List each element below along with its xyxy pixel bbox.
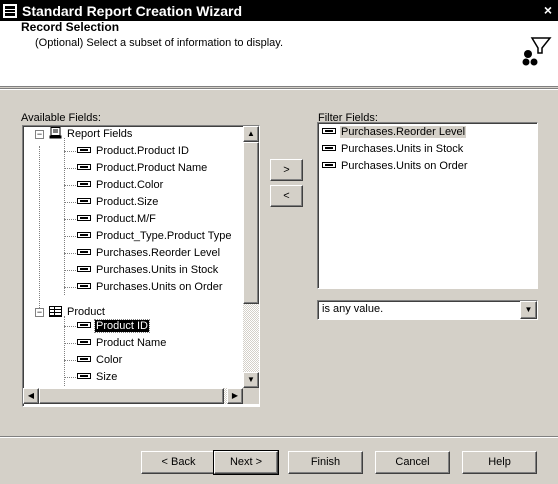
tree-item[interactable]: Product.Size <box>77 194 159 211</box>
window-title: Standard Report Creation Wizard <box>22 2 243 19</box>
scroll-up-icon[interactable]: ▲ <box>243 126 259 142</box>
filter-condition-select[interactable]: is any value. ▼ <box>317 300 538 320</box>
field-icon <box>77 232 91 239</box>
filter-field-item[interactable]: Purchases.Units in Stock <box>322 141 464 158</box>
title-bar: Standard Report Creation Wizard × <box>0 0 558 21</box>
field-icon <box>77 215 91 222</box>
horizontal-scroll-thumb[interactable] <box>39 388 224 404</box>
filter-condition-value: is any value. <box>322 303 384 315</box>
tree-item[interactable]: Product.M/F <box>77 211 157 228</box>
add-filter-field-button[interactable]: > <box>270 159 303 181</box>
field-icon <box>77 266 91 273</box>
tree-item[interactable]: Color <box>77 352 123 369</box>
tree-item[interactable]: Product.Product ID <box>77 143 190 160</box>
scroll-down-icon[interactable]: ▼ <box>243 372 259 388</box>
tree-item[interactable]: Purchases.Reorder Level <box>77 245 221 262</box>
dropdown-arrow-icon[interactable]: ▼ <box>520 301 537 319</box>
available-fields-label: Available Fields: <box>21 112 101 124</box>
field-icon <box>77 164 91 171</box>
help-button[interactable]: Help <box>462 451 537 474</box>
field-icon <box>77 356 91 363</box>
next-button[interactable]: Next > <box>213 450 279 475</box>
scroll-left-icon[interactable]: ◀ <box>23 388 39 404</box>
field-icon <box>322 162 336 169</box>
filter-funnel-icon <box>521 35 552 66</box>
field-icon <box>77 249 91 256</box>
window-icon <box>3 3 17 18</box>
field-icon <box>322 128 336 135</box>
scroll-right-icon[interactable]: ▶ <box>227 388 243 404</box>
tree-item[interactable]: Product.Product Name <box>77 160 208 177</box>
remove-filter-field-button[interactable]: < <box>270 185 303 207</box>
field-icon <box>77 147 91 154</box>
field-icon <box>77 283 91 290</box>
back-button[interactable]: < Back <box>141 451 216 474</box>
field-icon <box>77 373 91 380</box>
field-icon <box>77 198 91 205</box>
field-icon <box>77 181 91 188</box>
filter-field-item-selected[interactable]: Purchases.Reorder Level <box>322 124 467 141</box>
cancel-button[interactable]: Cancel <box>375 451 450 474</box>
header-divider <box>0 88 558 90</box>
vertical-scroll-thumb[interactable] <box>243 142 259 304</box>
table-icon <box>49 305 62 317</box>
finish-button[interactable]: Finish <box>288 451 363 474</box>
collapse-product-icon[interactable]: − <box>35 308 44 317</box>
scrollbar-corner <box>243 388 259 404</box>
filter-fields-list[interactable]: Purchases.Reorder Level Purchases.Units … <box>317 122 538 289</box>
tree-item-selected[interactable]: Product ID <box>77 318 150 335</box>
tree-item[interactable]: Size <box>77 369 118 386</box>
field-icon <box>77 322 91 329</box>
tree-item[interactable]: Purchases.Units in Stock <box>77 262 219 279</box>
tree-item[interactable]: Product.Color <box>77 177 164 194</box>
field-icon <box>77 339 91 346</box>
page-subtitle: (Optional) Select a subset of informatio… <box>35 37 284 49</box>
page-title: Record Selection <box>21 20 120 34</box>
filter-field-item[interactable]: Purchases.Units on Order <box>322 158 469 175</box>
tree-item[interactable]: Purchases.Units on Order <box>77 279 224 296</box>
close-icon[interactable]: × <box>540 2 556 18</box>
tree-item[interactable]: Product_Type.Product Type <box>77 228 233 245</box>
collapse-report-fields-icon[interactable]: − <box>35 130 44 139</box>
tree-item[interactable]: Product Name <box>77 335 167 352</box>
report-fields-icon <box>49 127 62 139</box>
tree-group-report-fields[interactable]: Report Fields <box>49 126 133 143</box>
footer-divider <box>0 436 558 438</box>
field-icon <box>322 145 336 152</box>
available-fields-tree[interactable]: − Report Fields Product.Product ID Produ… <box>22 125 260 407</box>
